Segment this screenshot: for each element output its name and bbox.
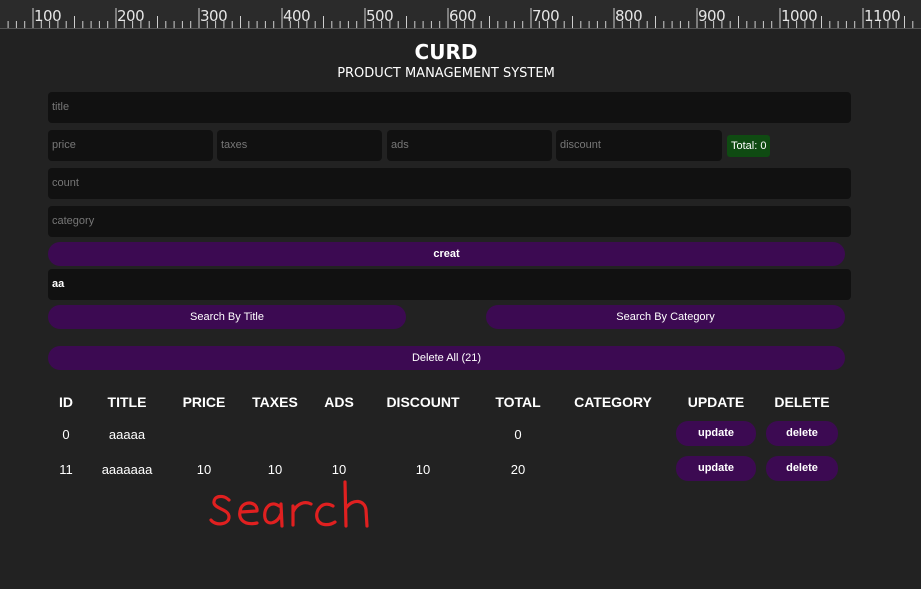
- column-header-ads: ADS: [324, 394, 354, 410]
- ruler: 100 200 300 400 500 600 700 800 900 1000…: [0, 0, 921, 29]
- update-button[interactable]: update: [676, 421, 756, 446]
- search-by-category-button[interactable]: Search By Category: [486, 305, 845, 329]
- column-header-id: ID: [59, 394, 73, 410]
- column-header-title: TITLE: [107, 394, 147, 410]
- ruler-label: 200: [117, 7, 145, 25]
- search-input[interactable]: aa: [48, 269, 851, 300]
- ruler-label: 500: [366, 7, 394, 25]
- delete-button[interactable]: delete: [766, 421, 838, 446]
- row-price: 10: [196, 462, 212, 477]
- column-header-delete: DELETE: [774, 394, 830, 410]
- row-title: aaaaa: [108, 427, 146, 442]
- ruler-label: 800: [615, 7, 643, 25]
- row-title: aaaaaaa: [101, 462, 153, 477]
- taxes-input[interactable]: taxes: [217, 130, 382, 161]
- row-id: 11: [59, 462, 73, 477]
- app-title: CURD: [414, 40, 478, 64]
- column-header-total: TOTAL: [495, 394, 541, 410]
- ruler-label: 1000: [781, 7, 818, 25]
- column-header-discount: DISCOUNT: [386, 394, 460, 410]
- row-id: 0: [62, 427, 70, 442]
- update-button[interactable]: update: [676, 456, 756, 481]
- title-input[interactable]: title: [48, 92, 851, 123]
- column-header-update: UPDATE: [687, 394, 745, 410]
- ruler-label: 600: [449, 7, 477, 25]
- ruler-label: 700: [532, 7, 560, 25]
- ruler-label: 900: [698, 7, 726, 25]
- delete-button[interactable]: delete: [766, 456, 838, 481]
- total-badge: Total: 0: [727, 135, 771, 157]
- discount-input[interactable]: discount: [556, 130, 722, 161]
- row-total: 0: [514, 427, 522, 442]
- create-button[interactable]: creat: [48, 242, 845, 266]
- price-input[interactable]: price: [48, 130, 213, 161]
- column-header-price: PRICE: [182, 394, 226, 410]
- row-ads: 10: [331, 462, 347, 477]
- category-input[interactable]: category: [48, 206, 851, 237]
- handwritten-search-annotation: [209, 480, 369, 528]
- row-total: 20: [510, 462, 526, 477]
- row-discount: 10: [415, 462, 431, 477]
- delete-all-button[interactable]: Delete All (21): [48, 346, 845, 370]
- ruler-label: 300: [200, 7, 228, 25]
- app-subtitle: PRODUCT MANAGEMENT SYSTEM: [337, 66, 555, 81]
- ruler-label: 400: [283, 7, 311, 25]
- count-input[interactable]: count: [48, 168, 851, 199]
- column-header-taxes: TAXES: [252, 394, 298, 410]
- row-taxes: 10: [267, 462, 283, 477]
- ruler-label: 100: [34, 7, 62, 25]
- column-header-category: CATEGORY: [574, 394, 652, 410]
- search-by-title-button[interactable]: Search By Title: [48, 305, 406, 329]
- ads-input[interactable]: ads: [387, 130, 552, 161]
- ruler-label: 1100: [864, 7, 901, 25]
